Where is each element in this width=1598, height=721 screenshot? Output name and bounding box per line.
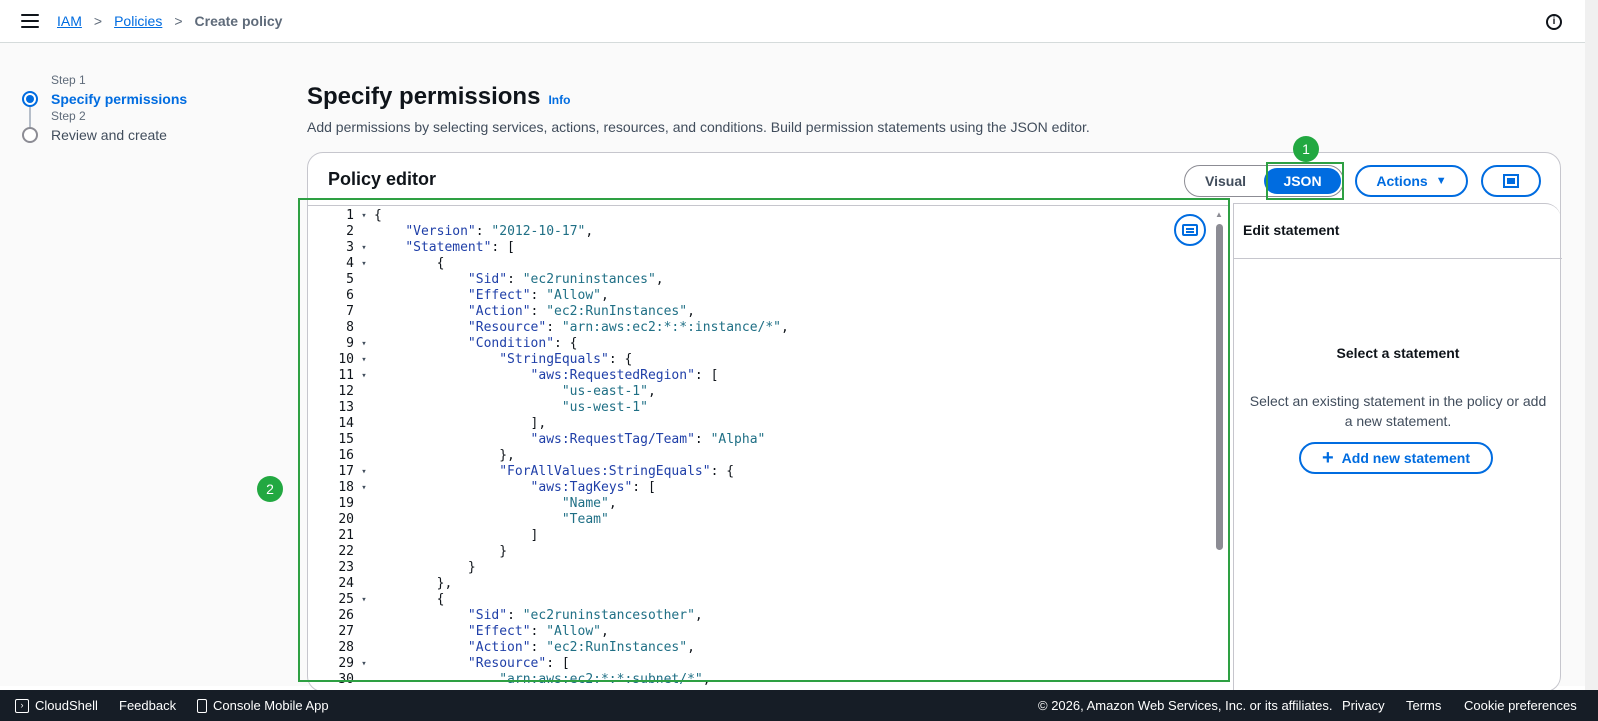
actions-dropdown-button[interactable]: Actions ▼ xyxy=(1355,165,1468,197)
divider xyxy=(1234,258,1562,259)
add-statement-label: Add new statement xyxy=(1341,450,1471,466)
chevron-right-icon: > xyxy=(93,13,103,29)
fullscreen-icon xyxy=(1503,174,1519,188)
footer: › CloudShell Feedback Console Mobile App… xyxy=(0,690,1598,721)
step-2-label: Step 2 xyxy=(51,109,86,123)
breadcrumb-current: Create policy xyxy=(194,13,283,29)
plus-icon: + xyxy=(1321,447,1334,469)
mobile-app-label: Console Mobile App xyxy=(213,698,329,713)
caret-down-icon: ▼ xyxy=(1435,175,1447,187)
cloudshell-label: CloudShell xyxy=(35,698,98,713)
statement-panel: Edit statement Select a statement Select… xyxy=(1233,203,1562,692)
actions-label: Actions xyxy=(1376,173,1428,189)
step-2-title: Review and create xyxy=(51,127,167,143)
terms-link[interactable]: Terms xyxy=(1406,698,1441,713)
select-statement-description: Select an existing statement in the poli… xyxy=(1249,393,1547,429)
mobile-icon xyxy=(197,698,207,713)
page-description: Add permissions by selecting services, a… xyxy=(307,119,1090,135)
edit-statement-title: Edit statement xyxy=(1243,222,1340,238)
mobile-app-link[interactable]: Console Mobile App xyxy=(197,698,329,713)
step-connector xyxy=(29,105,31,129)
copyright-text: © 2026, Amazon Web Services, Inc. or its… xyxy=(1038,698,1333,713)
breadcrumb-iam[interactable]: IAM xyxy=(57,13,82,29)
info-link[interactable]: Info xyxy=(548,93,570,107)
step-inactive-icon xyxy=(22,127,38,143)
feedback-link[interactable]: Feedback xyxy=(119,698,176,713)
step-1-label: Step 1 xyxy=(51,73,86,87)
fullscreen-button[interactable] xyxy=(1481,165,1541,197)
annotation-badge-2: 2 xyxy=(257,476,283,502)
cloudshell-link[interactable]: › CloudShell xyxy=(15,698,98,713)
breadcrumb: IAM > Policies > Create policy xyxy=(57,13,282,29)
step-active-icon xyxy=(22,91,38,107)
info-icon[interactable]: i xyxy=(1546,14,1562,30)
top-navigation: IAM > Policies > Create policy i xyxy=(0,0,1598,43)
page-title: Specify permissions Info xyxy=(307,83,570,111)
annotation-highlight-1 xyxy=(1266,162,1344,200)
cookie-preferences-link[interactable]: Cookie preferences xyxy=(1464,698,1577,713)
privacy-link[interactable]: Privacy xyxy=(1342,698,1385,713)
select-statement-heading: Select a statement xyxy=(1336,345,1460,361)
annotation-highlight-2 xyxy=(298,198,1230,682)
chevron-right-icon: > xyxy=(174,13,183,29)
menu-icon[interactable] xyxy=(21,14,39,28)
step-1[interactable]: Specify permissions xyxy=(22,91,187,107)
visual-mode-button[interactable]: Visual xyxy=(1187,168,1264,194)
breadcrumb-policies[interactable]: Policies xyxy=(114,13,162,29)
policy-editor-title: Policy editor xyxy=(328,169,437,189)
window-scrollbar[interactable] xyxy=(1585,0,1598,690)
annotation-badge-1: 1 xyxy=(1293,136,1319,162)
page-title-text: Specify permissions xyxy=(307,83,541,110)
step-2[interactable]: Review and create xyxy=(22,127,187,143)
terminal-icon: › xyxy=(15,698,29,713)
add-new-statement-button[interactable]: + Add new statement xyxy=(1299,442,1493,474)
step-1-title: Specify permissions xyxy=(51,91,188,107)
wizard-steps: Step 1 Specify permissions Step 2 Review… xyxy=(22,73,187,143)
